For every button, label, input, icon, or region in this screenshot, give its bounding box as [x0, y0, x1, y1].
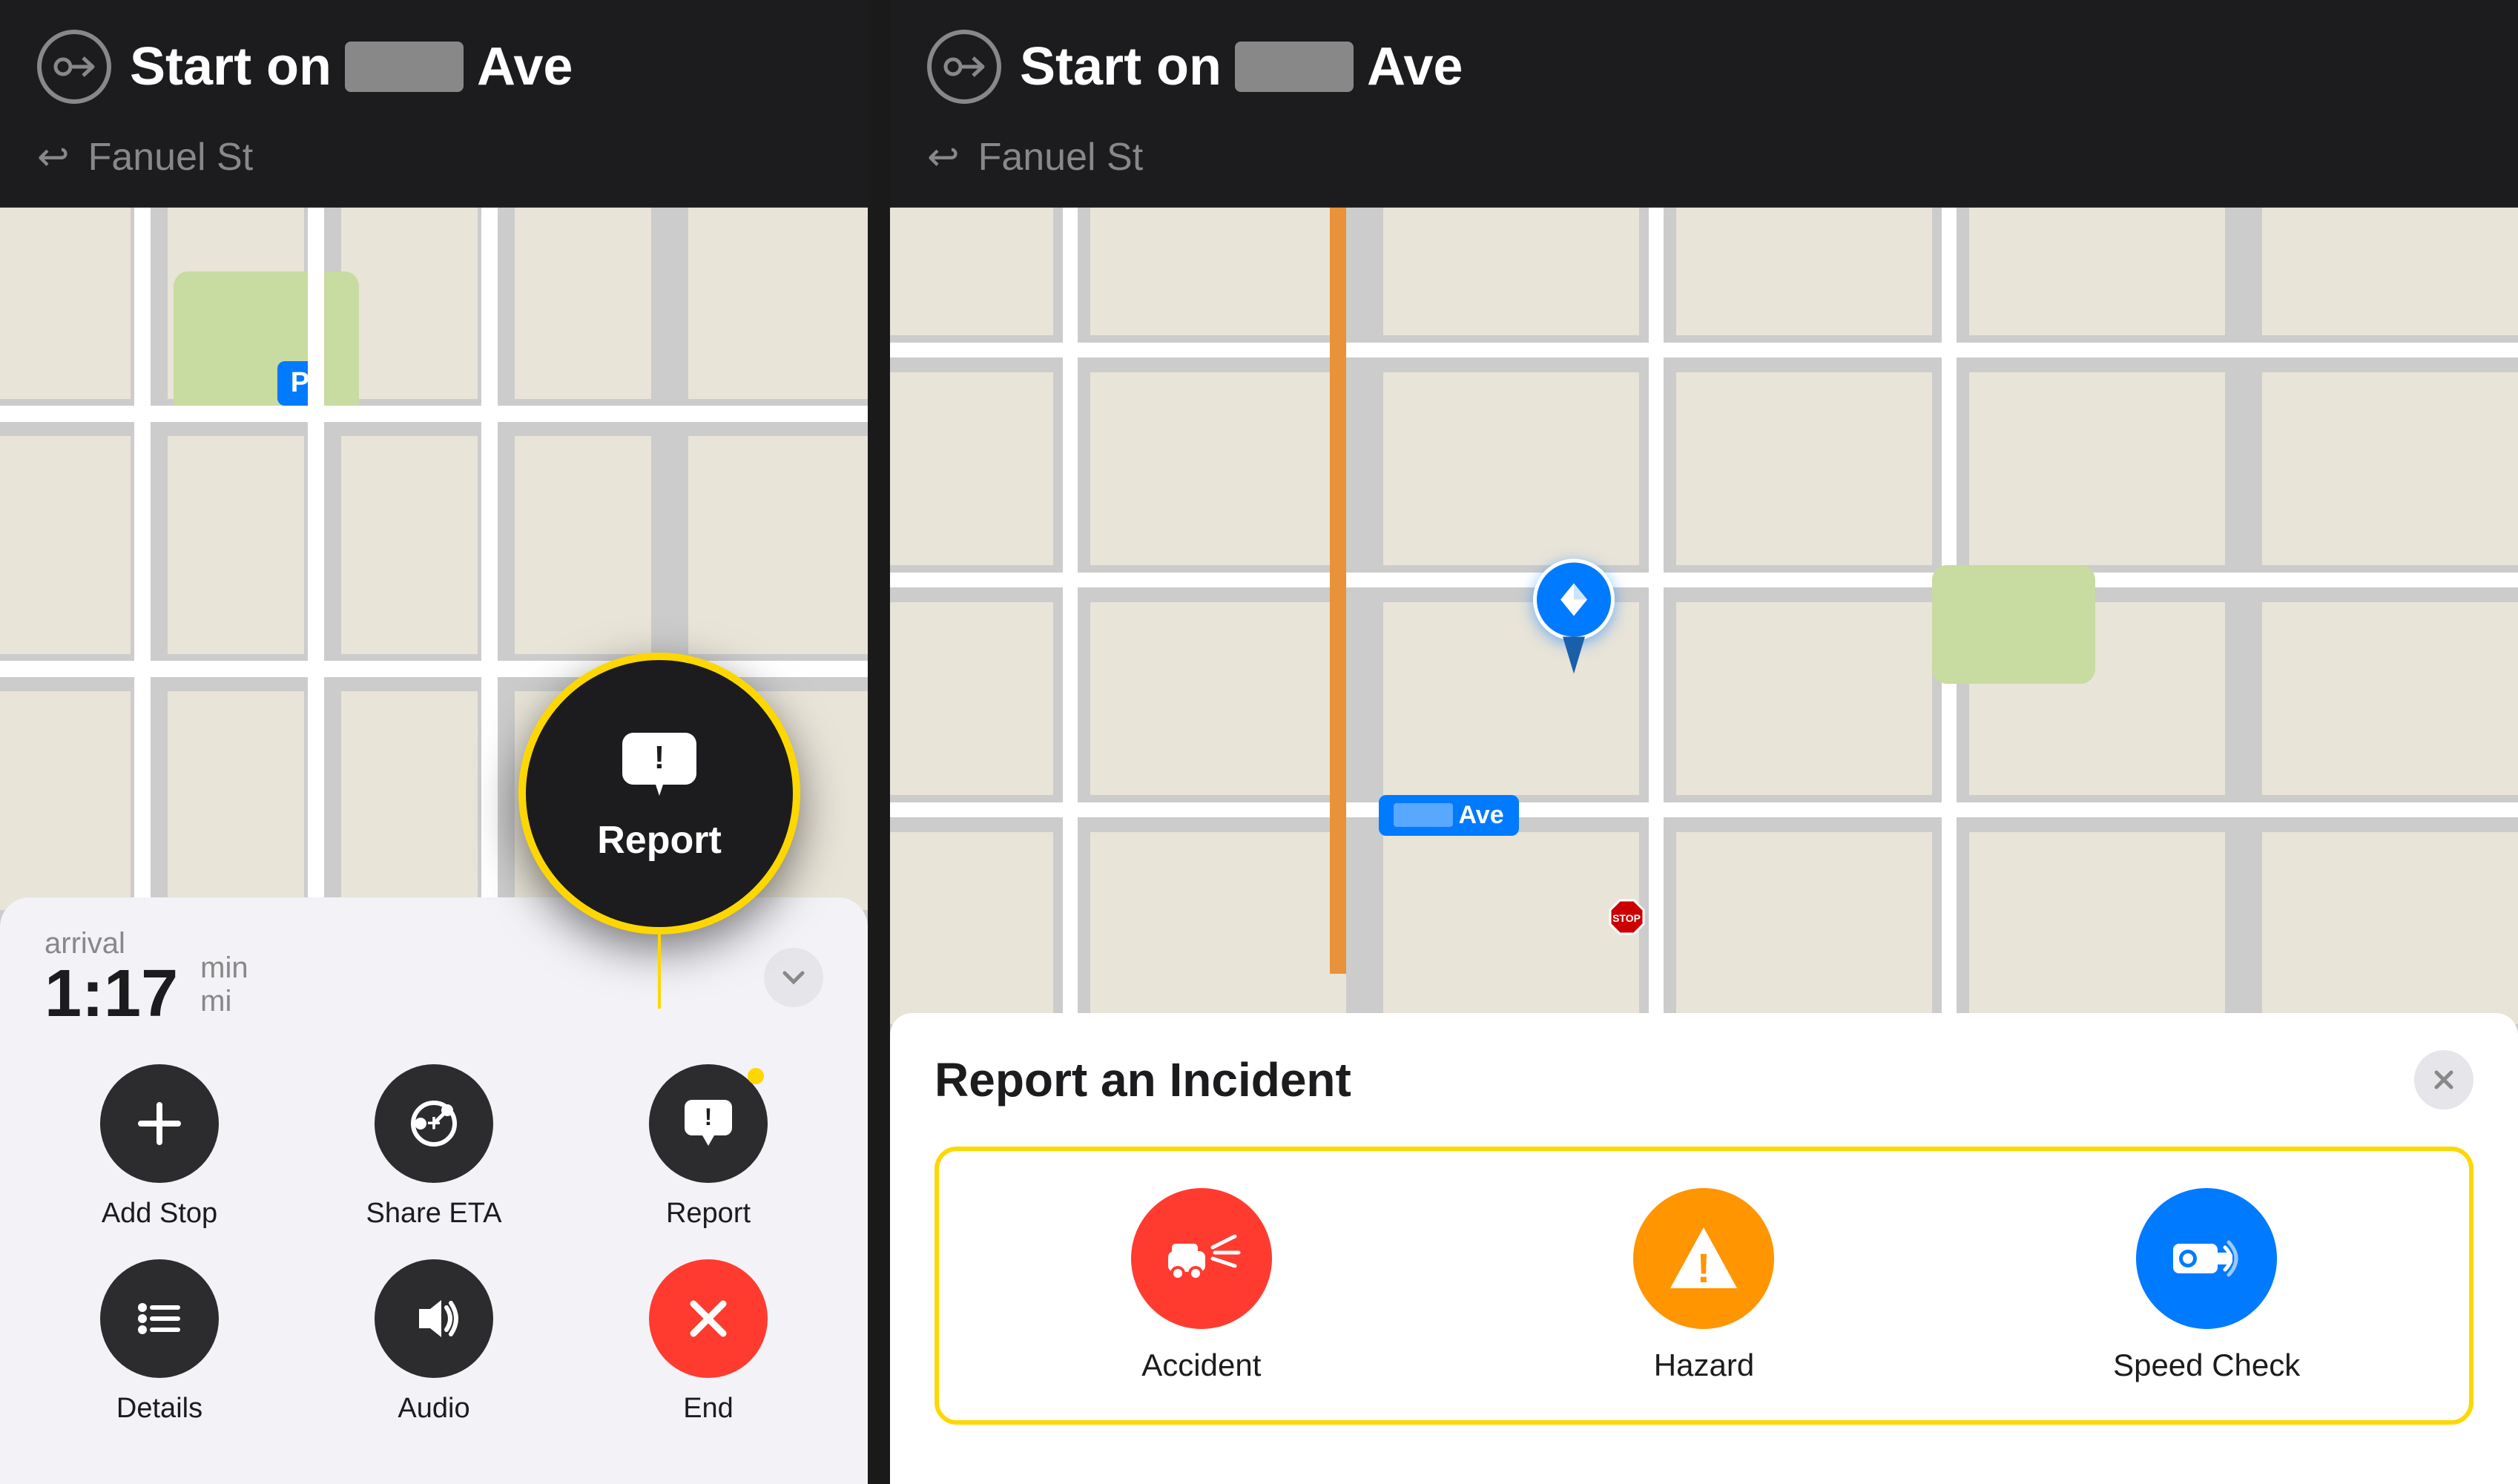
details-item[interactable]: Details — [45, 1259, 274, 1425]
left-nav-title: Start on Ave — [130, 36, 573, 97]
left-sub-street: Fanuel St — [88, 135, 254, 179]
end-item[interactable]: End — [593, 1259, 823, 1425]
accident-button[interactable] — [1131, 1188, 1272, 1329]
action-buttons-grid: Add Stop + Share ETA — [45, 1064, 823, 1425]
right-bottom-sheet: Report an Incident — [890, 1013, 2518, 1484]
right-sub-nav: ↩ Fanuel St — [890, 126, 2518, 208]
arrival-label: arrival — [45, 927, 125, 960]
hazard-item[interactable]: ! Hazard — [1464, 1188, 1945, 1383]
start-nav-icon — [37, 30, 111, 104]
speed-check-item[interactable]: Speed Check — [1966, 1188, 2447, 1383]
share-eta-item[interactable]: + Share ETA — [319, 1064, 549, 1230]
share-eta-label: Share ETA — [366, 1198, 501, 1230]
left-bottom-sheet: ! Report arrival 1:17 min mi — [0, 897, 868, 1484]
right-start-nav-icon — [927, 30, 1001, 104]
speed-check-button[interactable] — [2136, 1188, 2277, 1329]
svg-text:+: + — [427, 1109, 441, 1136]
left-sub-nav: ↩ Fanuel St — [0, 126, 868, 208]
incident-options-grid: Accident ! Hazard — [935, 1147, 2473, 1425]
report-button[interactable]: ! — [649, 1064, 768, 1183]
accident-label: Accident — [1141, 1348, 1261, 1383]
add-stop-label: Add Stop — [102, 1198, 217, 1230]
left-turn-icon: ↩ — [37, 135, 70, 179]
min-label: min — [200, 952, 248, 985]
left-phone-panel: Start on Ave ↩ Fanuel St P — [0, 0, 868, 1484]
accident-item[interactable]: Accident — [961, 1188, 1442, 1383]
report-bubble[interactable]: ! Report — [518, 653, 800, 1009]
svg-text:!: ! — [1697, 1244, 1711, 1291]
audio-item[interactable]: Audio — [319, 1259, 549, 1425]
mi-label: mi — [200, 985, 231, 1018]
stop-sign-icon: STOP — [1606, 897, 1647, 941]
end-label: End — [683, 1393, 734, 1425]
svg-text:!: ! — [705, 1104, 713, 1130]
arrival-time: 1:17 — [45, 960, 178, 1027]
add-stop-item[interactable]: Add Stop — [45, 1064, 274, 1230]
end-button[interactable] — [649, 1259, 768, 1378]
incident-title: Report an Incident — [935, 1052, 1351, 1107]
details-button[interactable] — [100, 1259, 219, 1378]
left-map: P ! Report — [0, 208, 868, 1484]
speed-check-label: Speed Check — [2113, 1348, 2300, 1383]
audio-label: Audio — [398, 1393, 469, 1425]
right-turn-icon: ↩ — [927, 135, 960, 179]
add-stop-button[interactable] — [100, 1064, 219, 1183]
location-pin — [1533, 558, 1615, 673]
right-phone-panel: Start on Ave ↩ Fanuel St — [890, 0, 2518, 1484]
svg-text:STOP: STOP — [1612, 912, 1641, 924]
right-nav-bar: Start on Ave — [890, 0, 2518, 126]
svg-text:!: ! — [654, 739, 665, 776]
share-eta-button[interactable]: + — [375, 1064, 493, 1183]
audio-button[interactable] — [375, 1259, 493, 1378]
report-label: Report — [666, 1198, 751, 1230]
right-map: Ave STOP Report an Incident — [890, 208, 2518, 1484]
hazard-button[interactable]: ! — [1633, 1188, 1774, 1329]
close-button[interactable] — [2414, 1050, 2473, 1109]
hazard-label: Hazard — [1654, 1348, 1754, 1383]
ave-street-label: Ave — [1379, 795, 1519, 836]
details-label: Details — [116, 1393, 202, 1425]
left-nav-bar: Start on Ave — [0, 0, 868, 126]
panel-divider — [868, 0, 890, 1484]
report-item[interactable]: ! Report — [593, 1064, 823, 1230]
right-nav-title: Start on Ave — [1020, 36, 1463, 97]
right-sub-street: Fanuel St — [978, 135, 1144, 179]
report-bubble-label: Report — [597, 818, 722, 863]
